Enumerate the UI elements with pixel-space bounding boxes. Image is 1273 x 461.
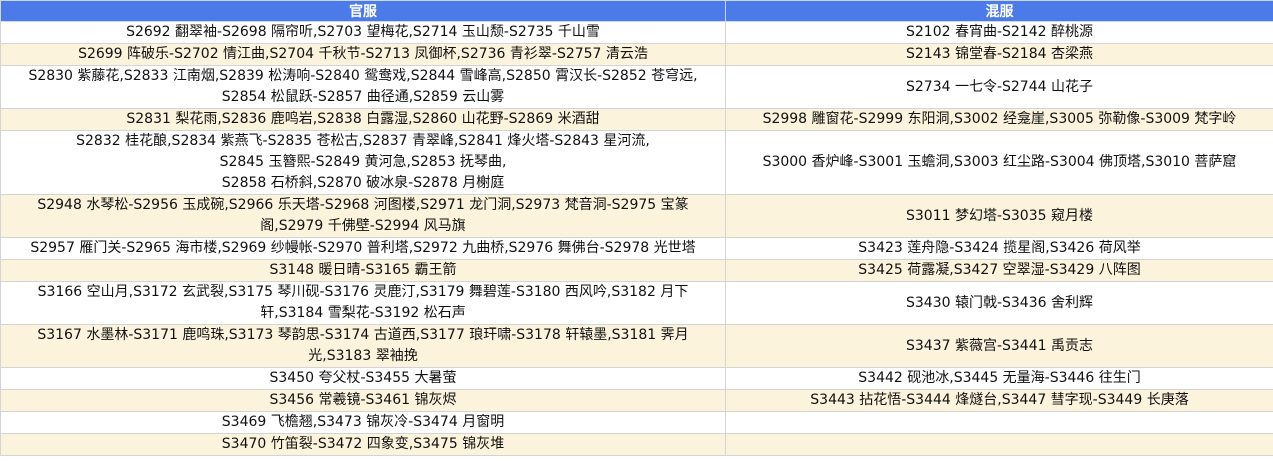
table-row: S3470 竹笛裂-S3472 四象变,S3475 锦灰堆	[0, 433, 1273, 456]
cell-mixed: S3425 荷露凝,S3427 空翠湿-S3429 八阵图	[725, 259, 1273, 282]
cell-line: S3443 拈花悟-S3444 烽燧台,S3447 彗字现-S3449 长庚落	[810, 392, 1189, 408]
cell-mixed: S3443 拈花悟-S3444 烽燧台,S3447 彗字现-S3449 长庚落	[725, 389, 1273, 412]
cell-mixed: S2143 锦堂春-S2184 杏梁燕	[725, 43, 1273, 66]
cell-official: S3456 常羲镜-S3461 锦灰烬	[0, 389, 726, 412]
table-row: S2957 雁门关-S2965 海市楼,S2969 纱幔帐-S2970 普利塔,…	[0, 237, 1273, 260]
cell-line: S2831 梨花雨,S2836 鹿鸣岩,S2838 白露湿,S2860 山花野-…	[126, 111, 600, 127]
cell-line: S2692 翻翠袖-S2698 隔帘听,S2703 望梅花,S2714 玉山颓-…	[126, 24, 600, 40]
cell-mixed: S3011 梦幻塔-S3035 窥月楼	[725, 194, 1273, 238]
cell-line: S3450 夸父杖-S3455 大暑萤	[269, 370, 457, 386]
header-official: 官服	[0, 0, 726, 22]
cell-line: S2957 雁门关-S2965 海市楼,S2969 纱幔帐-S2970 普利塔,…	[30, 240, 696, 256]
cell-line: S2948 水琴松-S2956 玉成碗,S2966 乐天塔-S2968 河图楼,…	[37, 197, 689, 213]
cell-line: S2832 桂花酿,S2834 紫燕飞-S2835 苍松古,S2837 青翠峰,…	[76, 133, 650, 149]
cell-mixed: S2734 一七令-S2744 山花子	[725, 65, 1273, 109]
cell-official: S3450 夸父杖-S3455 大暑萤	[0, 367, 726, 390]
cell-line: S3167 水墨林-S3171 鹿鸣珠,S3173 琴韵思-S3174 古道西,…	[37, 327, 689, 343]
cell-line: S3469 飞檐翘,S3473 锦灰冷-S3474 月窗明	[221, 414, 505, 430]
header-mixed: 混服	[725, 0, 1273, 22]
table-row: S2692 翻翠袖-S2698 隔帘听,S2703 望梅花,S2714 玉山颓-…	[0, 21, 1273, 44]
cell-line: S3437 紫薇宫-S3441 禹贡志	[906, 337, 1093, 354]
cell-line: S2854 松鼠跃-S2857 曲径通,S2859 云山雾	[221, 89, 505, 105]
cell-mixed: S2102 春宵曲-S2142 醉桃源	[725, 21, 1273, 44]
cell-line: 光,S3183 翠袖挽	[308, 348, 418, 364]
table-body: S2692 翻翠袖-S2698 隔帘听,S2703 望梅花,S2714 玉山颓-…	[0, 21, 1273, 456]
cell-mixed: S3430 辕门戟-S3436 舍利辉	[725, 281, 1273, 325]
table-row: S2948 水琴松-S2956 玉成碗,S2966 乐天塔-S2968 河图楼,…	[0, 194, 1273, 238]
cell-mixed: S3423 莲舟隐-S3424 揽星阁,S3426 荷风举	[725, 237, 1273, 260]
table-row: S3456 常羲镜-S3461 锦灰烬 S3443 拈花悟-S3444 烽燧台,S…	[0, 389, 1273, 412]
cell-official: S3167 水墨林-S3171 鹿鸣珠,S3173 琴韵思-S3174 古道西,…	[0, 324, 726, 368]
cell-line: S2102 春宵曲-S2142 醉桃源	[906, 24, 1093, 40]
cell-mixed	[725, 411, 1273, 434]
cell-mixed: S3437 紫薇宫-S3441 禹贡志	[725, 324, 1273, 368]
cell-line: 轩,S3184 雪梨花-S3192 松石声	[260, 305, 466, 321]
table-row: S2832 桂花酿,S2834 紫燕飞-S2835 苍松古,S2837 青翠峰,…	[0, 130, 1273, 195]
cell-line: S2699 阵破乐-S2702 情江曲,S2704 千秋节-S2713 凤御杯,…	[78, 46, 648, 62]
table-row: S3166 空山月,S3172 玄武裂,S3175 琴川砚-S3176 灵鹿汀,…	[0, 281, 1273, 325]
cell-official: S2831 梨花雨,S2836 鹿鸣岩,S2838 白露湿,S2860 山花野-…	[0, 108, 726, 131]
cell-official: S3470 竹笛裂-S3472 四象变,S3475 锦灰堆	[0, 433, 726, 456]
cell-official: S3469 飞檐翘,S3473 锦灰冷-S3474 月窗明	[0, 411, 726, 434]
table-row: S2831 梨花雨,S2836 鹿鸣岩,S2838 白露湿,S2860 山花野-…	[0, 108, 1273, 131]
cell-line: S2143 锦堂春-S2184 杏梁燕	[906, 46, 1093, 62]
cell-line: S3011 梦幻塔-S3035 窥月楼	[906, 207, 1093, 224]
cell-official: S2692 翻翠袖-S2698 隔帘听,S2703 望梅花,S2714 玉山颓-…	[0, 21, 726, 44]
cell-line: 阁,S2979 千佛壁-S2994 风马旗	[260, 218, 466, 234]
cell-line: S2734 一七令-S2744 山花子	[906, 78, 1093, 95]
cell-line: S3166 空山月,S3172 玄武裂,S3175 琴川砚-S3176 灵鹿汀,…	[37, 284, 689, 300]
table-row: S2830 紫藤花,S2833 江南烟,S2839 松涛响-S2840 鸳鸯戏,…	[0, 65, 1273, 109]
table-row: S3167 水墨林-S3171 鹿鸣珠,S3173 琴韵思-S3174 古道西,…	[0, 324, 1273, 368]
cell-line: S2845 玉簪熙-S2849 黄河急,S2853 抚琴曲,	[219, 154, 507, 170]
cell-line: S3148 暖日晴-S3165 霸王箭	[269, 262, 457, 278]
cell-mixed: S2998 雕窗花-S2999 东阳洞,S3002 经龛崖,S3005 弥勒像-…	[725, 108, 1273, 131]
cell-official: S2830 紫藤花,S2833 江南烟,S2839 松涛响-S2840 鸳鸯戏,…	[0, 65, 726, 109]
header-row: 官服 混服	[0, 0, 1273, 22]
cell-line: S3425 荷露凝,S3427 空翠湿-S3429 八阵图	[858, 262, 1141, 278]
cell-official: S2957 雁门关-S2965 海市楼,S2969 纱幔帐-S2970 普利塔,…	[0, 237, 726, 260]
cell-line: S2858 石桥斜,S2870 破冰泉-S2878 月榭庭	[221, 175, 505, 191]
server-merge-table: 官服 混服 S2692 翻翠袖-S2698 隔帘听,S2703 望梅花,S271…	[0, 0, 1273, 456]
cell-mixed: S3442 砚池冰,S3445 无量海-S3446 往生门	[725, 367, 1273, 390]
cell-line: S3470 竹笛裂-S3472 四象变,S3475 锦灰堆	[221, 436, 505, 452]
cell-line: S3456 常羲镜-S3461 锦灰烬	[269, 392, 457, 408]
cell-line: S3430 辕门戟-S3436 舍利辉	[906, 294, 1093, 311]
cell-official: S2832 桂花酿,S2834 紫燕飞-S2835 苍松古,S2837 青翠峰,…	[0, 130, 726, 195]
cell-official: S3166 空山月,S3172 玄武裂,S3175 琴川砚-S3176 灵鹿汀,…	[0, 281, 726, 325]
table-row: S3450 夸父杖-S3455 大暑萤 S3442 砚池冰,S3445 无量海-S…	[0, 367, 1273, 390]
table-row: S3469 飞檐翘,S3473 锦灰冷-S3474 月窗明	[0, 411, 1273, 434]
cell-line: S2998 雕窗花-S2999 东阳洞,S3002 经龛崖,S3005 弥勒像-…	[762, 111, 1237, 127]
cell-mixed: S3000 香炉峰-S3001 玉蟾洞,S3003 红尘路-S3004 佛顶塔,…	[725, 130, 1273, 195]
cell-official: S2699 阵破乐-S2702 情江曲,S2704 千秋节-S2713 凤御杯,…	[0, 43, 726, 66]
cell-line: S3442 砚池冰,S3445 无量海-S3446 往生门	[858, 370, 1141, 386]
table-row: S3148 暖日晴-S3165 霸王箭 S3425 荷露凝,S3427 空翠湿-S…	[0, 259, 1273, 282]
cell-line: S2830 紫藤花,S2833 江南烟,S2839 松涛响-S2840 鸳鸯戏,…	[28, 68, 698, 84]
cell-official: S3148 暖日晴-S3165 霸王箭	[0, 259, 726, 282]
cell-official: S2948 水琴松-S2956 玉成碗,S2966 乐天塔-S2968 河图楼,…	[0, 194, 726, 238]
table-row: S2699 阵破乐-S2702 情江曲,S2704 千秋节-S2713 凤御杯,…	[0, 43, 1273, 66]
cell-mixed	[725, 433, 1273, 456]
cell-line: S3000 香炉峰-S3001 玉蟾洞,S3003 红尘路-S3004 佛顶塔,…	[762, 154, 1237, 170]
cell-line: S3423 莲舟隐-S3424 揽星阁,S3426 荷风举	[858, 240, 1141, 256]
